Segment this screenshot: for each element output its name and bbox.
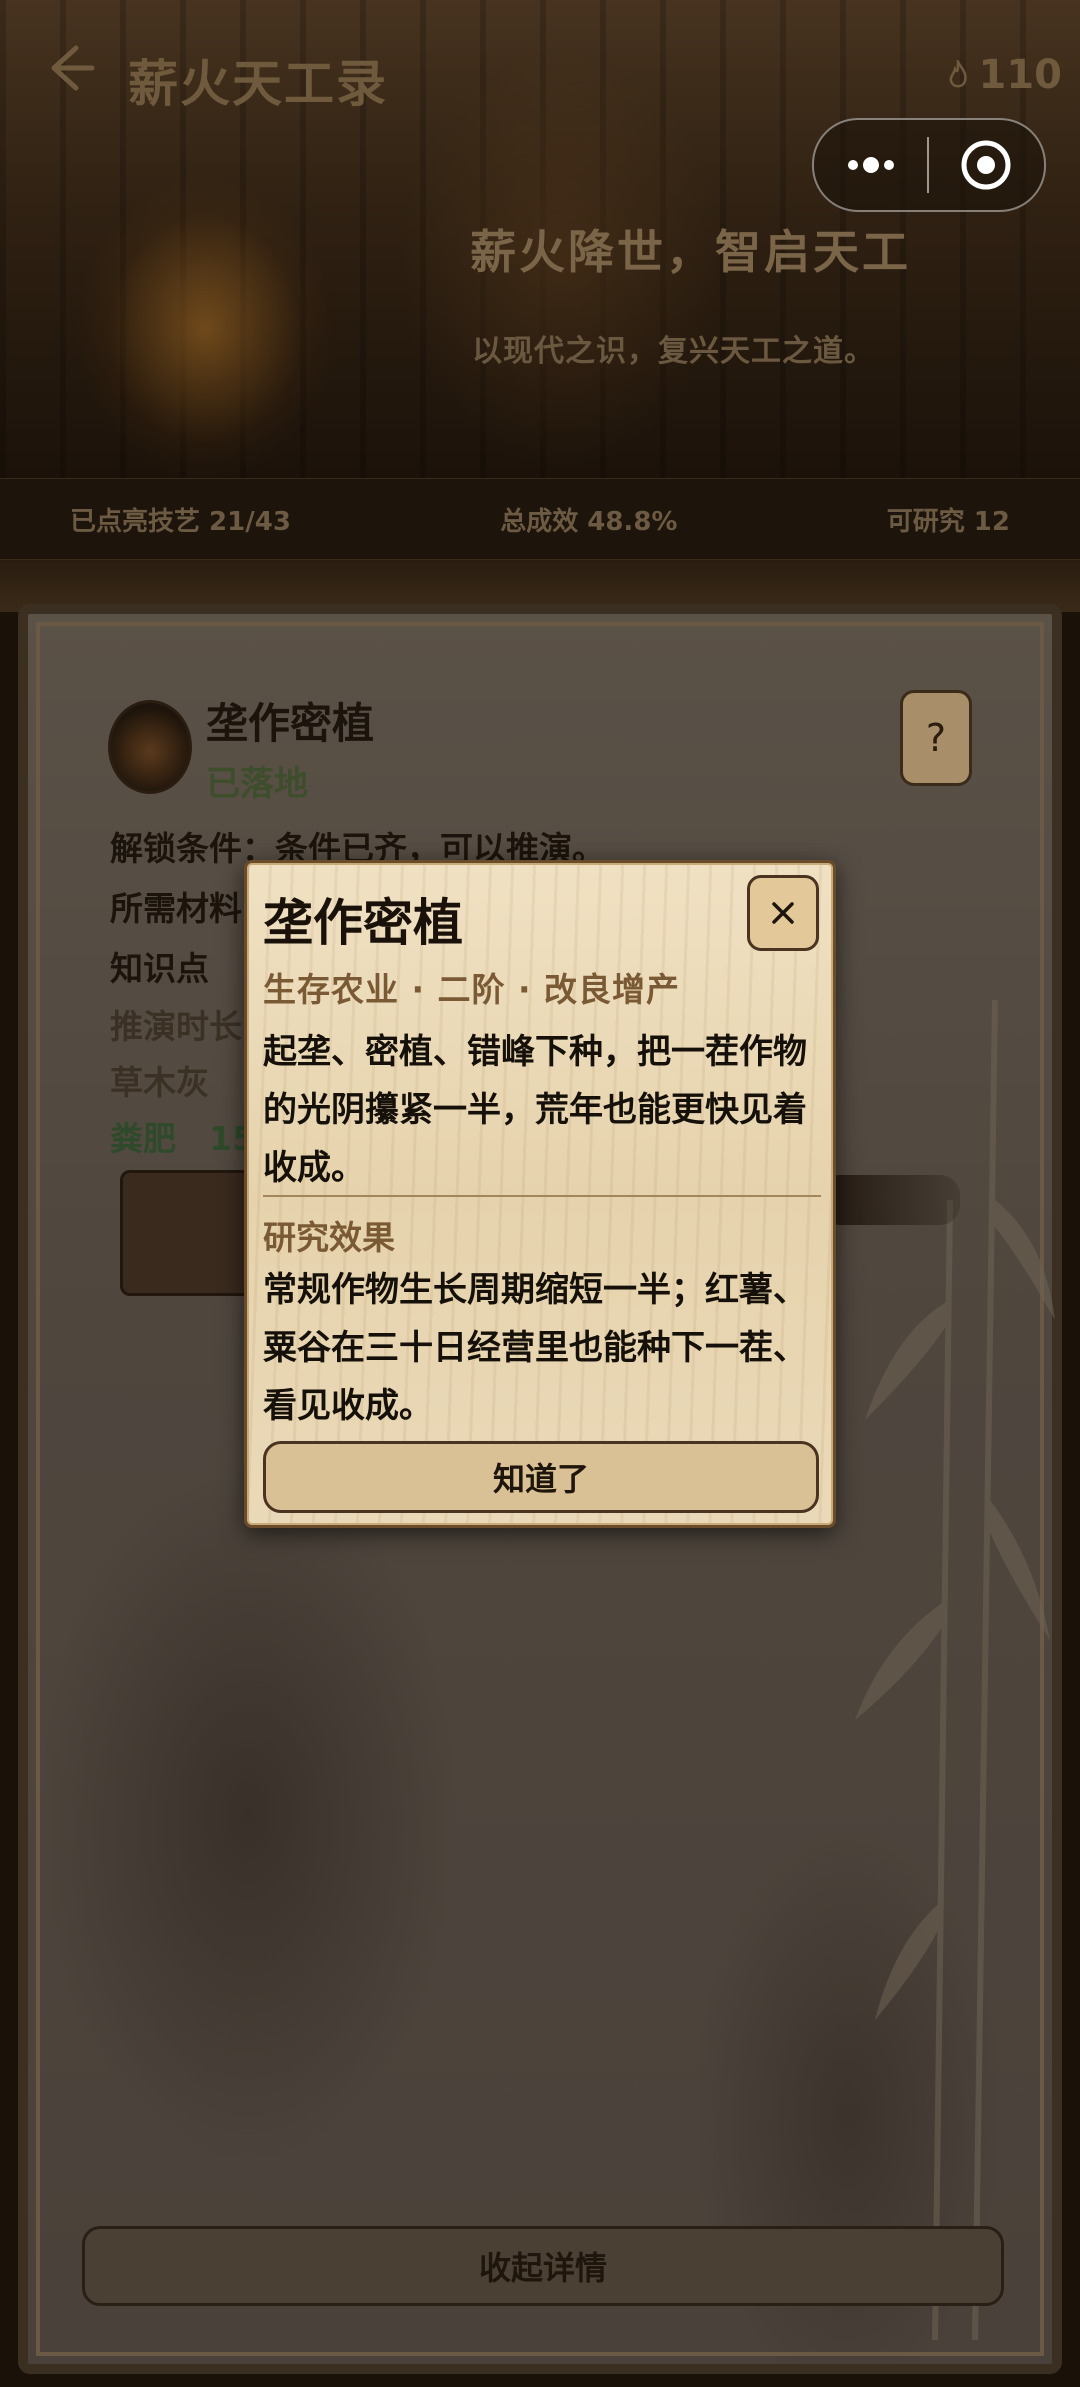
- modal-tags: 生存农业 · 二阶 · 改良增产: [263, 970, 681, 1009]
- tech-item-name: 垄作密植: [206, 699, 375, 748]
- stats-bar: 已点亮技艺 21/43 总成效 48.8% 可研究 12: [0, 478, 1080, 560]
- help-button[interactable]: ?: [900, 690, 972, 786]
- close-icon: [772, 902, 794, 924]
- modal-description: 起垄、密植、错峰下种，把一茬作物的光阴攥紧一半，荒年也能更快见着收成。: [263, 1032, 807, 1188]
- ink-decoration: [820, 1175, 960, 1225]
- modal-effect: 常规作物生长周期缩短一半；红薯、粟谷在三十日经营里也能种下一茬、看见收成。: [263, 1270, 807, 1426]
- material-item: 粪肥 15: [110, 1119, 255, 1158]
- collapse-details-button[interactable]: 收起详情: [82, 2226, 1004, 2306]
- more-dots-icon: [847, 157, 894, 173]
- duration-label: 推演时长: [110, 1007, 242, 1046]
- knowledge-label: 知识点: [110, 949, 209, 988]
- stat-researchable: 可研究 12: [886, 506, 1010, 537]
- flame-icon: [949, 60, 967, 88]
- mini-program-capsule: [812, 118, 1046, 212]
- tech-item-status: 已落地: [206, 764, 308, 804]
- tech-item-icon: [108, 700, 192, 794]
- back-arrow-icon[interactable]: [36, 38, 96, 98]
- modal-close-button[interactable]: [747, 875, 819, 951]
- materials-label: 所需材料: [110, 889, 242, 928]
- stat-lit-skills: 已点亮技艺 21/43: [70, 506, 291, 537]
- hero-subtitle: 以现代之识，复兴天工之道。: [472, 334, 875, 369]
- target-close-icon: [961, 140, 1010, 190]
- tech-info-modal: 垄作密植 生存农业 · 二阶 · 改良增产 起垄、密植、错峰下种，把一茬作物的光…: [244, 860, 836, 1528]
- close-program-button[interactable]: [929, 120, 1042, 210]
- modal-effect-title: 研究效果: [263, 1218, 395, 1257]
- modal-title: 垄作密植: [263, 893, 463, 952]
- stat-total-effect: 总成效 48.8%: [500, 506, 678, 537]
- material-item: 草木灰: [110, 1063, 209, 1102]
- app-title: 薪火天工录: [128, 55, 388, 113]
- coin-count: 110: [978, 52, 1063, 98]
- modal-divider: [263, 1195, 821, 1197]
- more-options-button[interactable]: [814, 120, 927, 210]
- coin-balance: 110: [947, 52, 1063, 98]
- hero-slogan: 薪火降世，智启天工: [470, 225, 911, 279]
- modal-ok-button[interactable]: 知道了: [263, 1441, 819, 1513]
